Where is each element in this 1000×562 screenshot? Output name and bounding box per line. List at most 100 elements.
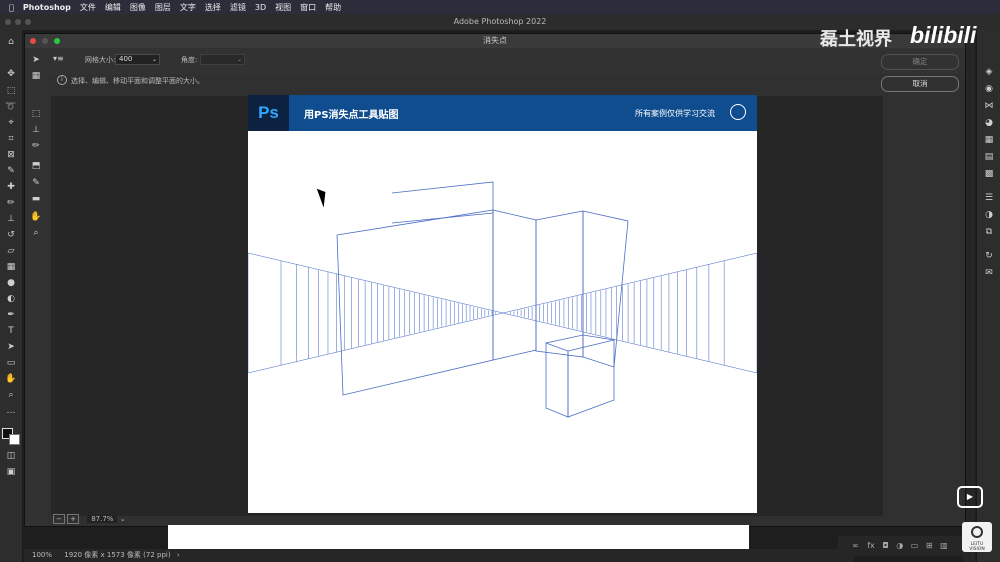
crop-tool-icon[interactable]: ⌗ (4, 133, 18, 145)
menu-window[interactable]: 窗口 (300, 2, 316, 13)
app-title: Adobe Photoshop 2022 (453, 17, 547, 26)
menu-image[interactable]: 图像 (130, 2, 146, 13)
menu-app-name[interactable]: Photoshop (23, 3, 71, 12)
pen-tool-icon[interactable]: ✒ (4, 309, 18, 321)
zoom-tool-icon[interactable]: ⌕ (4, 389, 18, 401)
channels-panel-icon[interactable]: ◉ (982, 83, 996, 95)
menu-view[interactable]: 视图 (275, 2, 291, 13)
marquee-tool-icon[interactable]: ⬚ (29, 108, 43, 120)
menu-3d[interactable]: 3D (255, 3, 266, 12)
menu-filter[interactable]: 滤镜 (230, 2, 246, 13)
patterns-panel-icon[interactable]: ▩ (982, 168, 996, 180)
properties-panel-icon[interactable]: ☰ (982, 192, 996, 204)
dialog-close-icon[interactable] (30, 38, 36, 44)
dodge-tool-icon[interactable]: ◐ (4, 293, 18, 305)
home-icon[interactable]: ⌂ (4, 36, 18, 48)
create-plane-tool-icon[interactable]: ▦ (29, 70, 43, 82)
swatches-panel-icon[interactable]: ▦ (982, 134, 996, 146)
history-brush-tool-icon[interactable]: ↺ (4, 229, 18, 241)
layers-panel-icon[interactable]: ◈ (982, 66, 996, 78)
lasso-tool-icon[interactable]: ➰ (4, 101, 18, 113)
leitu-badge: LEITU VISION (962, 522, 992, 552)
measure-tool-icon[interactable]: ▬ (29, 193, 43, 205)
frame-tool-icon[interactable]: ⊠ (4, 149, 18, 161)
background-color-swatch[interactable] (9, 434, 20, 445)
info-icon: i (57, 75, 67, 85)
grid-size-field[interactable]: 400 ⌄ (115, 54, 160, 65)
brush-tool-icon[interactable]: ✏ (29, 140, 43, 152)
path-select-tool-icon[interactable]: ➤ (4, 341, 18, 353)
gradients-panel-icon[interactable]: ▤ (982, 151, 996, 163)
history-panel-icon[interactable]: ↻ (982, 250, 996, 262)
new-layer-icon[interactable]: ⊞ (926, 541, 933, 550)
link-icon[interactable]: ∞ (852, 541, 859, 550)
menu-edit[interactable]: 编辑 (105, 2, 121, 13)
screen-mode-icon[interactable]: ▣ (4, 466, 18, 478)
quick-select-tool-icon[interactable]: ⌖ (4, 117, 18, 129)
tv-icon: ▶ (957, 486, 983, 508)
chevron-down-icon[interactable]: ⌄ (237, 55, 242, 64)
dialog-minimize-icon[interactable] (42, 38, 48, 44)
menu-icon[interactable]: ▾≡ (53, 54, 64, 63)
mask-icon[interactable]: ◘ (882, 541, 888, 550)
color-panel-icon[interactable]: ◕ (982, 117, 996, 129)
status-zoom[interactable]: 100% (32, 551, 52, 559)
zoom-in-icon[interactable]: + (67, 514, 79, 524)
eraser-tool-icon[interactable]: ▱ (4, 245, 18, 257)
zoom-window-icon[interactable] (25, 19, 31, 25)
fx-icon[interactable]: fx (867, 541, 875, 550)
eyedropper-tool-icon[interactable]: ✎ (4, 165, 18, 177)
minimize-window-icon[interactable] (15, 19, 21, 25)
menu-select[interactable]: 选择 (205, 2, 221, 13)
close-window-icon[interactable] (5, 19, 11, 25)
cancel-button[interactable]: 取消 (881, 76, 959, 92)
brush-tool-icon[interactable]: ✏ (4, 197, 18, 209)
hand-tool-icon[interactable]: ✋ (29, 211, 43, 223)
bilibili-logo: bilibili (910, 22, 977, 48)
comments-panel-icon[interactable]: ✉ (982, 267, 996, 279)
layers-footer: ∞ fx ◘ ◑ ▭ ⊞ ▥ (838, 536, 963, 556)
angle-field[interactable]: ⌄ (200, 54, 245, 65)
adjustments-panel-icon[interactable]: ◑ (982, 209, 996, 221)
hint-bar: i 选择、编辑、移动平面和调整平面的大小。 (51, 74, 881, 88)
menu-file[interactable]: 文件 (80, 2, 96, 13)
trash-icon[interactable]: ▥ (940, 541, 948, 550)
edit-plane-tool-icon[interactable]: ➤ (29, 54, 43, 66)
perspective-grid (248, 181, 757, 418)
chevron-down-icon[interactable]: ⌄ (152, 55, 157, 64)
zoom-out-icon[interactable]: − (53, 514, 65, 524)
paths-panel-icon[interactable]: ⋈ (982, 100, 996, 112)
stamp-tool-icon[interactable]: ⊥ (29, 124, 43, 136)
menu-layer[interactable]: 图层 (155, 2, 171, 13)
rectangle-tool-icon[interactable]: ▭ (4, 357, 18, 369)
grid-size-label: 网格大小: (85, 56, 116, 64)
grid-line (248, 252, 504, 314)
libraries-panel-icon[interactable]: ⧉ (982, 226, 996, 238)
type-tool-icon[interactable]: T (4, 325, 18, 337)
chevron-down-icon[interactable]: ⌄ (120, 515, 126, 523)
document-canvas[interactable]: Ps 用PS消失点工具贴图 所有案例仅供学习交流 (248, 95, 757, 513)
eyedropper-tool-icon[interactable]: ✎ (29, 177, 43, 189)
menu-help[interactable]: 帮助 (325, 2, 341, 13)
dialog-title: 消失点 (483, 36, 507, 45)
marquee-tool-icon[interactable]: ⬚ (4, 85, 18, 97)
ok-button[interactable]: 确定 (881, 54, 959, 70)
tools-panel: ⌂ ✥ ⬚ ➰ ⌖ ⌗ ⊠ ✎ ✚ ✏ ⊥ ↺ ▱ ▦ ● ◐ ✒ T ➤ ▭ … (0, 30, 23, 562)
blur-tool-icon[interactable]: ● (4, 277, 18, 289)
transform-tool-icon[interactable]: ⬒ (29, 160, 43, 172)
move-tool-icon[interactable]: ✥ (4, 68, 18, 80)
zoom-tool-icon[interactable]: ⌕ (29, 227, 43, 239)
menu-type[interactable]: 文字 (180, 2, 196, 13)
chevron-right-icon[interactable]: › (177, 551, 180, 559)
zoom-value[interactable]: 87.7% (87, 515, 118, 523)
adjustment-icon[interactable]: ◑ (896, 541, 903, 550)
clone-stamp-tool-icon[interactable]: ⊥ (4, 213, 18, 225)
apple-menu-icon[interactable]:  (9, 3, 14, 12)
folder-icon[interactable]: ▭ (911, 541, 919, 550)
healing-tool-icon[interactable]: ✚ (4, 181, 18, 193)
more-tools-icon[interactable]: … (4, 405, 18, 417)
gradient-tool-icon[interactable]: ▦ (4, 261, 18, 273)
quick-mask-icon[interactable]: ◫ (4, 450, 18, 462)
hand-tool-icon[interactable]: ✋ (4, 373, 18, 385)
dialog-zoom-icon[interactable] (54, 38, 60, 44)
